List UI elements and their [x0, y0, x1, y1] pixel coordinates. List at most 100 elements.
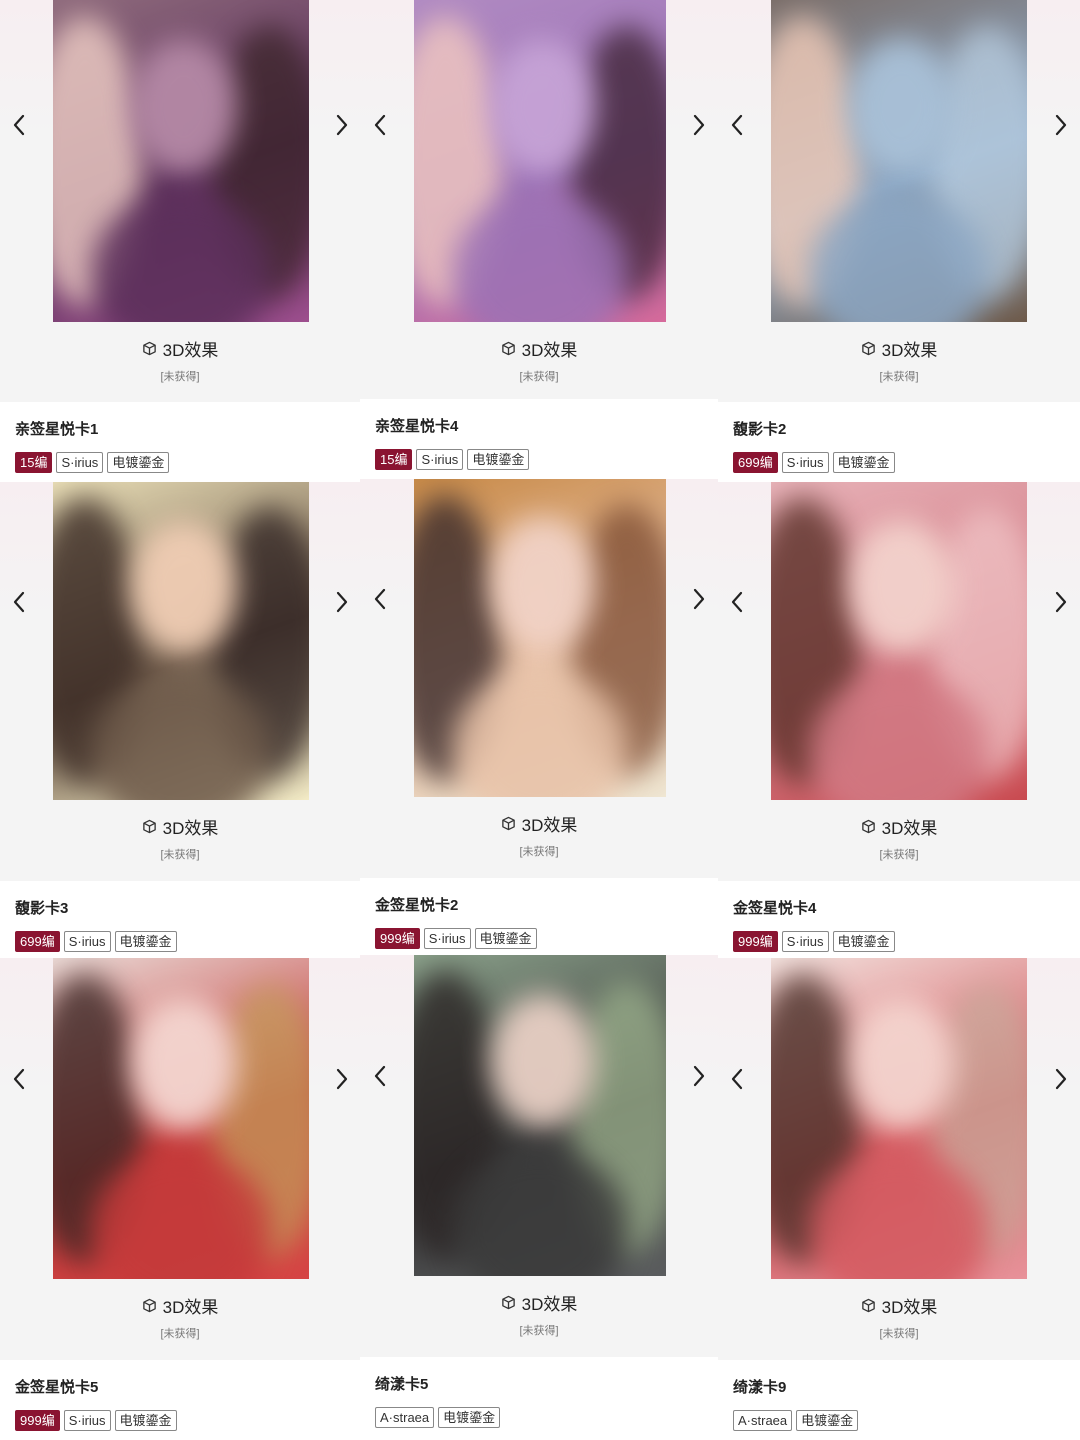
- next-image-button[interactable]: [685, 107, 713, 147]
- card-info[interactable]: 绮漾卡9 A·straea 电镀鎏金: [718, 1360, 1080, 1440]
- card-info[interactable]: 亲签星悦卡1 15编 S·irius 电镀鎏金: [0, 402, 360, 482]
- card-preview: 3D效果 [未获得]: [0, 0, 360, 402]
- card-info[interactable]: 馥影卡3 699编 S·irius 电镀鎏金: [0, 881, 360, 958]
- prev-image-button[interactable]: [366, 1058, 394, 1098]
- card-tags: 699编 S·irius 电镀鎏金: [15, 931, 177, 952]
- card-preview: 3D效果 [未获得]: [0, 958, 360, 1360]
- card-tag: 电镀鎏金: [114, 931, 177, 952]
- effect-3d-button[interactable]: 3D效果: [0, 814, 360, 839]
- effect-3d-button[interactable]: 3D效果: [360, 811, 718, 836]
- edition-badge: 15编: [15, 452, 53, 473]
- next-image-button[interactable]: [685, 1058, 713, 1098]
- card-name: 金签星悦卡2: [375, 897, 459, 914]
- card-tags: 15编 S·irius 电镀鎏金: [375, 449, 530, 470]
- card-tag: 电镀鎏金: [796, 1410, 859, 1431]
- card-name: 亲签星悦卡4: [375, 418, 459, 435]
- next-image-button[interactable]: [328, 1061, 356, 1101]
- status-label: [未获得]: [160, 849, 200, 861]
- card-image[interactable]: [414, 0, 666, 322]
- chevron-right-icon: [692, 588, 706, 615]
- card-tag: S·irius: [63, 1410, 111, 1431]
- edition-badge: 999编: [733, 931, 778, 952]
- effect-3d-button[interactable]: 3D效果: [0, 1293, 360, 1318]
- card-info[interactable]: 绮漾卡5 A·straea 电镀鎏金: [360, 1357, 718, 1437]
- effect-3d-button[interactable]: 3D效果: [718, 814, 1080, 839]
- card-tag: 电镀鎏金: [107, 452, 170, 473]
- status-label: [未获得]: [519, 1325, 559, 1337]
- prev-image-button[interactable]: [5, 107, 33, 147]
- card-preview: 3D效果 [未获得]: [718, 958, 1080, 1360]
- card-tags: 699编 S·irius 电镀鎏金: [733, 452, 895, 473]
- card-tag: S·irius: [416, 449, 464, 470]
- card-tag: S·irius: [781, 931, 829, 952]
- card-image[interactable]: [53, 958, 309, 1279]
- edition-badge: 15编: [375, 449, 413, 470]
- cube-icon: [142, 341, 157, 356]
- cube-icon: [501, 1295, 516, 1310]
- effect-3d-label: 3D效果: [521, 341, 578, 360]
- chevron-left-icon: [12, 591, 26, 618]
- prev-image-button[interactable]: [366, 107, 394, 147]
- prev-image-button[interactable]: [5, 584, 33, 624]
- prev-image-button[interactable]: [723, 107, 751, 147]
- next-image-button[interactable]: [1047, 107, 1075, 147]
- effect-3d-label: 3D效果: [881, 819, 938, 838]
- card-info[interactable]: 亲签星悦卡4 15编 S·irius 电镀鎏金: [360, 399, 718, 479]
- effect-3d-button[interactable]: 3D效果: [718, 336, 1080, 361]
- chevron-right-icon: [335, 591, 349, 618]
- prev-image-button[interactable]: [5, 1061, 33, 1101]
- card-image[interactable]: [414, 955, 666, 1276]
- card-image[interactable]: [771, 958, 1027, 1279]
- status-label: [未获得]: [879, 1328, 919, 1340]
- cube-icon: [501, 816, 516, 831]
- chevron-left-icon: [730, 1068, 744, 1095]
- chevron-right-icon: [692, 1065, 706, 1092]
- card-image[interactable]: [53, 482, 309, 800]
- next-image-button[interactable]: [328, 584, 356, 624]
- card-tags: 999编 S·irius 电镀鎏金: [375, 928, 537, 949]
- effect-3d-label: 3D效果: [881, 1298, 938, 1317]
- card-name: 金签星悦卡4: [733, 900, 817, 917]
- card-tag: 电镀鎏金: [832, 931, 895, 952]
- next-image-button[interactable]: [1047, 1061, 1075, 1101]
- status-label: [未获得]: [519, 846, 559, 858]
- chevron-left-icon: [373, 588, 387, 615]
- cube-icon: [142, 819, 157, 834]
- next-image-button[interactable]: [1047, 584, 1075, 624]
- card-name: 绮漾卡5: [375, 1376, 429, 1393]
- card-image[interactable]: [414, 479, 666, 797]
- prev-image-button[interactable]: [723, 1061, 751, 1101]
- cube-icon: [501, 341, 516, 356]
- card-name: 绮漾卡9: [733, 1379, 787, 1396]
- card-image[interactable]: [771, 482, 1027, 800]
- card-info[interactable]: 金签星悦卡4 999编 S·irius 电镀鎏金: [718, 881, 1080, 958]
- card-info[interactable]: 金签星悦卡5 999编 S·irius 电镀鎏金: [0, 1360, 360, 1440]
- effect-3d-button[interactable]: 3D效果: [360, 336, 718, 361]
- card-preview: 3D效果 [未获得]: [360, 955, 718, 1357]
- chevron-right-icon: [692, 114, 706, 141]
- card-preview: 3D效果 [未获得]: [360, 0, 718, 402]
- chevron-right-icon: [335, 1068, 349, 1095]
- edition-badge: 999编: [15, 1410, 60, 1431]
- card-tag: 电镀鎏金: [474, 928, 537, 949]
- chevron-right-icon: [1054, 1068, 1068, 1095]
- card-tag: S·irius: [56, 452, 104, 473]
- card-image[interactable]: [771, 0, 1027, 322]
- next-image-button[interactable]: [685, 581, 713, 621]
- chevron-right-icon: [335, 114, 349, 141]
- card-image[interactable]: [53, 0, 309, 322]
- next-image-button[interactable]: [328, 107, 356, 147]
- card-grid: 3D效果 [未获得] 3D效果 [未获得] 3D效果 [未获得] 3D效果 [未获得] 3D效果…: [0, 0, 1080, 1440]
- card-info[interactable]: 馥影卡2 699编 S·irius 电镀鎏金: [718, 402, 1080, 482]
- chevron-left-icon: [730, 591, 744, 618]
- prev-image-button[interactable]: [723, 584, 751, 624]
- effect-3d-button[interactable]: 3D效果: [718, 1293, 1080, 1318]
- prev-image-button[interactable]: [366, 581, 394, 621]
- effect-3d-button[interactable]: 3D效果: [360, 1290, 718, 1315]
- card-preview: 3D效果 [未获得]: [360, 479, 718, 878]
- effect-3d-label: 3D效果: [162, 1298, 219, 1317]
- effect-3d-label: 3D效果: [521, 1295, 578, 1314]
- card-tag: 电镀鎏金: [832, 452, 895, 473]
- effect-3d-button[interactable]: 3D效果: [0, 336, 360, 361]
- card-info[interactable]: 金签星悦卡2 999编 S·irius 电镀鎏金: [360, 878, 718, 955]
